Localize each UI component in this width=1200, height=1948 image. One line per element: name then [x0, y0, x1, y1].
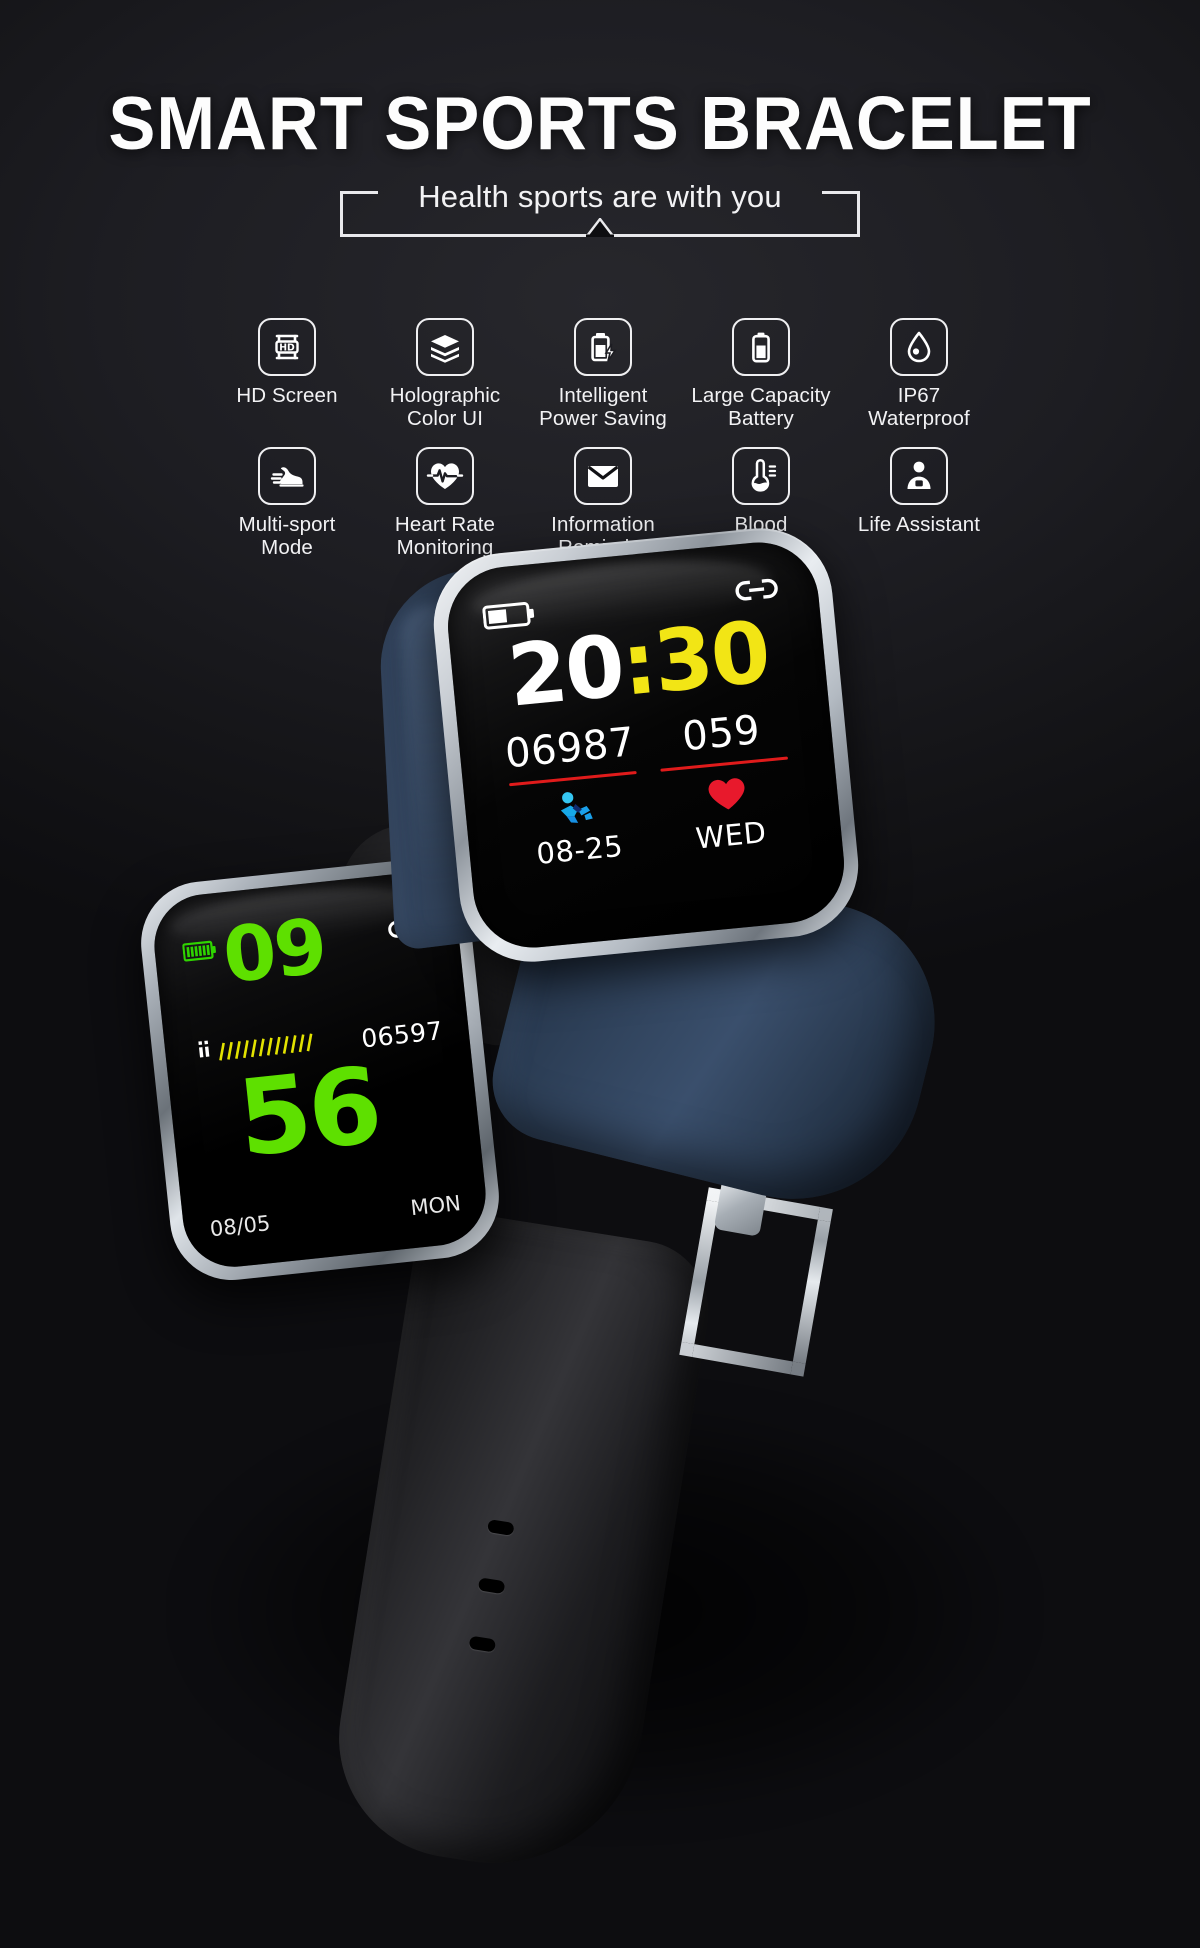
feature-large-capacity-battery[interactable]: Large Capacity Battery	[682, 318, 840, 431]
watch-upper-case: 20:30 06987 08-25 059 WED	[427, 521, 865, 969]
watch-upper-time: 20:30	[483, 603, 794, 727]
bracket-right-horizontal	[822, 191, 860, 195]
watch-upper-heart-metric: 059 WED	[644, 707, 809, 860]
battery-bars-icon	[182, 939, 218, 967]
running-shoe-icon	[258, 446, 316, 505]
watch-upper-minutes: 30	[649, 603, 773, 713]
feature-intelligent-power-saving[interactable]: Intelligent Power Saving	[524, 318, 682, 431]
product-photo: 09 06597 56 08/05 MON 20:30 06987 08-25 …	[0, 521, 1200, 1948]
strap-hole	[477, 1577, 506, 1595]
feature-hd-screen[interactable]: HD HD Screen	[208, 318, 366, 431]
watch-upper-steps: 06987	[503, 719, 637, 778]
feature-grid: HD HD Screen Holographic Color UI Intell…	[208, 318, 998, 560]
feature-label: Large Capacity Battery	[691, 384, 831, 430]
feature-row-1: HD HD Screen Holographic Color UI Intell…	[208, 318, 998, 431]
watch-upper-heart-rate: 059	[680, 707, 763, 761]
watch-lower-hours: 09	[218, 901, 330, 1001]
bracket-triangle-marker	[585, 218, 615, 238]
person-assist-icon	[890, 446, 948, 505]
heart-pulse-icon	[416, 446, 474, 505]
strap-hole	[486, 1519, 515, 1536]
feature-ip67-waterproof[interactable]: IP67 Waterproof	[840, 318, 998, 431]
watch-upper-metrics: 06987 08-25 059 WED	[492, 707, 808, 874]
feature-label: Holographic Color UI	[389, 384, 501, 430]
watch-upper-screen[interactable]: 20:30 06987 08-25 059 WED	[480, 574, 813, 920]
battery-full-icon	[732, 318, 790, 376]
layers-icon	[416, 318, 474, 376]
feature-multi-sport-mode[interactable]: Multi-sport Mode	[208, 446, 366, 560]
hd-screen-icon: HD	[258, 318, 316, 376]
feature-holographic-color-ui[interactable]: Holographic Color UI	[366, 318, 524, 431]
feature-heart-rate-monitoring[interactable]: Heart Rate Monitoring	[366, 446, 524, 560]
watch-lower-date: 08/05	[208, 1211, 272, 1242]
poster-canvas: SMART SPORTS BRACELET Health sports are …	[0, 0, 1200, 1948]
feature-label: Intelligent Power Saving	[539, 384, 667, 430]
watch-upper: 20:30 06987 08-25 059 WED	[330, 521, 970, 1270]
feature-label: HD Screen	[236, 384, 338, 407]
envelope-icon	[574, 446, 632, 505]
svg-text:HD: HD	[279, 343, 295, 354]
page-title: SMART SPORTS BRACELET	[108, 81, 1092, 165]
watch-upper-hours: 20	[503, 617, 628, 727]
feature-life-assistant[interactable]: Life Assistant	[840, 446, 998, 560]
watch-upper-glass: 20:30 06987 08-25 059 WED	[442, 537, 850, 953]
watch-lower-strap-bottom	[321, 1205, 719, 1885]
feature-label: Life Assistant	[857, 512, 981, 536]
header: SMART SPORTS BRACELET Health sports are …	[0, 0, 1200, 238]
watch-upper-steps-metric: 06987 08-25	[492, 719, 657, 874]
bracket-right-vertical	[857, 191, 860, 236]
step-dots-icon	[196, 1038, 213, 1070]
bracket-left-horizontal	[340, 191, 378, 195]
page-subtitle: Health sports are with you	[418, 179, 782, 215]
subtitle-frame: Health sports are with you	[340, 179, 860, 238]
strap-hole	[468, 1635, 497, 1653]
thermometer-icon	[732, 446, 790, 505]
feature-label: IP67 Waterproof	[868, 384, 970, 430]
bracket-left-vertical	[340, 191, 343, 236]
battery-charging-icon	[574, 318, 632, 376]
water-drop-icon	[890, 318, 948, 376]
